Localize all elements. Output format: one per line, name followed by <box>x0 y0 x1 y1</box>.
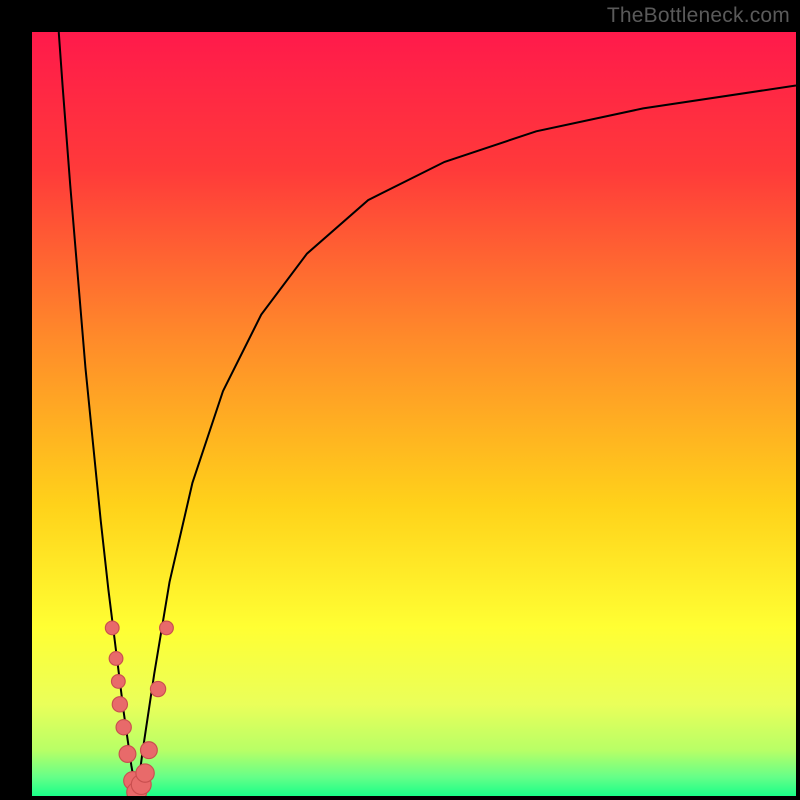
data-marker <box>160 621 174 635</box>
data-marker <box>140 742 157 759</box>
data-marker <box>116 720 131 735</box>
data-marker <box>150 681 165 696</box>
bottleneck-curve <box>32 32 796 796</box>
data-marker <box>119 746 136 763</box>
chart-frame: TheBottleneck.com <box>0 0 800 800</box>
curve-right-branch <box>137 85 796 796</box>
data-marker <box>136 764 154 782</box>
data-marker <box>105 621 119 635</box>
data-marker <box>112 697 127 712</box>
plot-area <box>32 32 796 796</box>
data-marker <box>109 652 123 666</box>
attribution-text: TheBottleneck.com <box>607 4 790 28</box>
data-marker <box>111 675 125 689</box>
